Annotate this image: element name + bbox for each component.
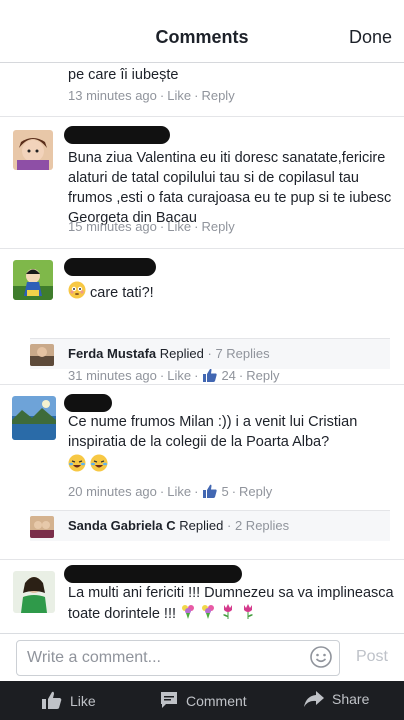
avatar bbox=[30, 516, 54, 538]
avatar[interactable] bbox=[13, 130, 53, 170]
thumbs-up-icon bbox=[203, 368, 218, 385]
avatar[interactable] bbox=[12, 396, 56, 440]
avatar bbox=[30, 344, 54, 366]
comment-placeholder: Write a comment... bbox=[27, 649, 161, 666]
like-link[interactable]: Like bbox=[167, 219, 191, 234]
comment-action-label: Comment bbox=[186, 693, 247, 709]
page-title: Comments bbox=[155, 27, 249, 47]
replied-label: Replied bbox=[159, 346, 204, 361]
reply-link[interactable]: Reply bbox=[246, 368, 279, 383]
comment-item: La multi ani fericiti !!! Dumnezeu sa va… bbox=[0, 559, 404, 633]
comment-meta: 13 minutes ago · Like · Reply bbox=[68, 88, 235, 103]
reply-link[interactable]: Reply bbox=[201, 88, 234, 103]
comment-body: care tati?! bbox=[90, 284, 154, 301]
redacted-name bbox=[64, 126, 170, 144]
laughing-face-icon bbox=[68, 454, 86, 478]
comment-item: pe care îi iubește 13 minutes ago · Like · R… bbox=[0, 63, 404, 117]
avatar[interactable] bbox=[13, 260, 53, 300]
comment-time: 15 minutes ago bbox=[68, 219, 157, 234]
tulip-icon bbox=[240, 603, 256, 625]
comment-time: 13 minutes ago bbox=[68, 88, 157, 103]
comment-text: Ce nume frumos Milan :)) i a venit lui C… bbox=[68, 414, 358, 450]
bouquet-icon bbox=[180, 603, 196, 625]
replies-link[interactable]: Sanda Gabriela C Replied · 2 Replies bbox=[30, 510, 390, 541]
like-count: 24 bbox=[221, 368, 236, 383]
like-count: 5 bbox=[221, 484, 229, 499]
comment-icon bbox=[160, 692, 186, 709]
reply-author: Ferda Mustafa bbox=[68, 346, 157, 361]
comment-text: La multi ani fericiti !!! Dumnezeu sa va… bbox=[68, 583, 398, 625]
action-bar: Like Comment Share bbox=[0, 681, 404, 720]
comment-meta: 20 minutes ago · Like · 5 · Reply bbox=[68, 484, 273, 501]
comment-meta: 15 minutes ago · Like · Reply bbox=[68, 219, 235, 234]
reply-count: 7 Replies bbox=[215, 346, 270, 361]
share-icon bbox=[304, 691, 332, 707]
share-action-label: Share bbox=[332, 691, 370, 707]
comment-emojis bbox=[68, 454, 398, 478]
flushed-face-icon bbox=[68, 281, 86, 305]
redacted-name bbox=[64, 565, 242, 583]
avatar[interactable] bbox=[13, 571, 55, 613]
like-link[interactable]: Like bbox=[167, 88, 191, 103]
reply-author: Sanda Gabriela C bbox=[68, 518, 176, 533]
post-button[interactable]: Post bbox=[356, 648, 388, 666]
done-button[interactable]: Done bbox=[349, 27, 392, 48]
tulip-icon bbox=[220, 603, 236, 625]
share-action[interactable]: Share bbox=[304, 691, 369, 707]
redacted-name bbox=[64, 258, 156, 276]
reply-count: 2 Replies bbox=[234, 518, 290, 533]
emoji-picker-icon[interactable] bbox=[309, 645, 333, 674]
comment-text: Buna ziua Valentina eu iti doresc sanata… bbox=[68, 150, 392, 226]
comment-composer: Write a comment... Post bbox=[0, 633, 404, 682]
comment-input[interactable]: Write a comment... bbox=[16, 640, 340, 676]
like-link[interactable]: Like bbox=[167, 368, 191, 383]
replies-link[interactable]: Ferda Mustafa Replied · 7 Replies bbox=[30, 338, 390, 369]
comment-meta: 31 minutes ago · Like · 24 · Reply bbox=[68, 368, 280, 385]
reply-link[interactable]: Reply bbox=[239, 484, 272, 499]
comments-feed[interactable]: pe care îi iubește 13 minutes ago · Like · R… bbox=[0, 63, 404, 633]
comment-action[interactable]: Comment bbox=[160, 691, 247, 709]
like-action-label: Like bbox=[70, 693, 96, 709]
like-link[interactable]: Like bbox=[167, 484, 191, 499]
thumbs-up-icon bbox=[42, 691, 70, 709]
comment-time: 20 minutes ago bbox=[68, 484, 157, 499]
replied-label: Replied bbox=[179, 518, 224, 533]
redacted-name bbox=[64, 394, 112, 412]
comment-time: 31 minutes ago bbox=[68, 368, 157, 383]
comment-text: care tati?! bbox=[68, 281, 398, 305]
comment-item: Buna ziua Valentina eu iti doresc sanata… bbox=[0, 116, 404, 249]
like-action[interactable]: Like bbox=[42, 691, 96, 709]
comment-text: pe care îi iubește bbox=[68, 67, 179, 83]
thumbs-up-icon bbox=[203, 484, 218, 501]
comments-header: Comments Done bbox=[0, 0, 404, 63]
bouquet-icon bbox=[200, 603, 216, 625]
reply-link[interactable]: Reply bbox=[201, 219, 234, 234]
laughing-face-icon bbox=[90, 454, 108, 478]
